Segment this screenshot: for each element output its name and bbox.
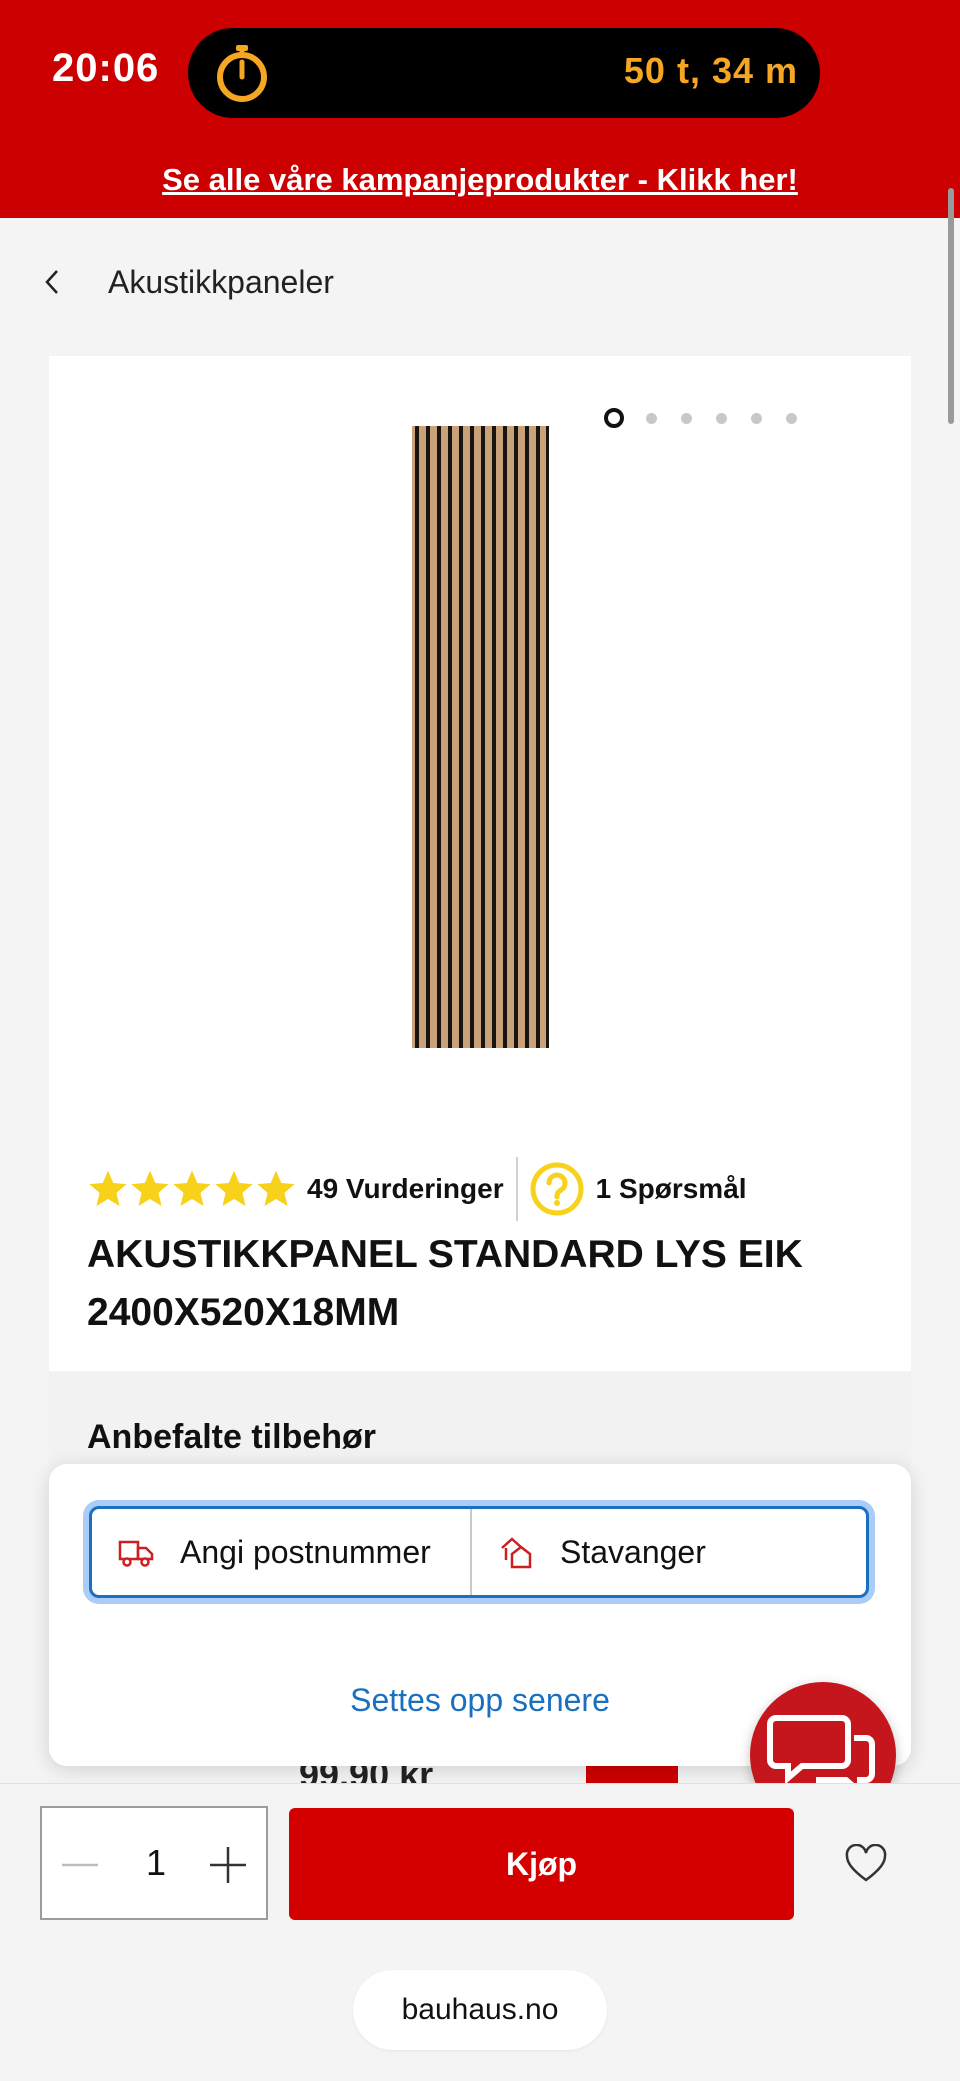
quantity-value[interactable]: 1	[120, 1842, 192, 1884]
product-card: 49 Vurderinger 1 Spørsmål AKUSTIKKPANEL …	[49, 356, 911, 1371]
promo-link[interactable]: Se alle våre kampanjeprodukter - Klikk h…	[162, 162, 798, 198]
product-image[interactable]	[412, 426, 549, 1048]
postcode-label: Angi postnummer	[180, 1533, 431, 1570]
breadcrumb-label[interactable]: Akustikkpaneler	[108, 264, 334, 301]
star-icon	[131, 1170, 169, 1206]
browser-url-pill[interactable]: bauhaus.no	[353, 1970, 607, 2050]
star-icon	[173, 1170, 211, 1206]
carousel-dot[interactable]	[716, 412, 727, 424]
star-icon	[257, 1170, 295, 1206]
timer-pill[interactable]: 50 t, 34 m	[188, 28, 820, 118]
plus-icon[interactable]	[206, 1843, 250, 1887]
chevron-left-icon[interactable]	[44, 262, 74, 302]
rating-stars[interactable]	[87, 1168, 297, 1210]
star-icon	[89, 1170, 127, 1206]
truck-icon	[118, 1540, 154, 1567]
carousel-dots[interactable]	[604, 408, 821, 428]
status-bar: 20:06 50 t, 34 m	[0, 0, 960, 148]
divider	[515, 1157, 518, 1221]
carousel-dot-active[interactable]	[604, 408, 624, 428]
status-time: 20:06	[52, 46, 160, 90]
delivery-selector: Angi postnummer Stavanger	[89, 1506, 869, 1598]
rating-row: 49 Vurderinger 1 Spørsmål	[87, 1156, 747, 1222]
bottom-action-bar: 1 Kjøp bauhaus.no	[0, 1783, 960, 2081]
reviews-link[interactable]: 49 Vurderinger	[307, 1173, 504, 1205]
carousel-dot[interactable]	[646, 412, 657, 424]
questions-link[interactable]: 1 Spørsmål	[596, 1173, 747, 1205]
accessories-section: Anbefalte tilbehør	[49, 1372, 911, 1472]
timer-text: 50 t, 34 m	[623, 50, 798, 91]
quantity-stepper: 1	[40, 1806, 268, 1920]
product-title-line2: 2400X520X18MM	[87, 1291, 400, 1334]
store-label: Stavanger	[560, 1533, 706, 1570]
promo-banner: Se alle våre kampanjeprodukter - Klikk h…	[0, 148, 960, 218]
store-icon	[501, 1537, 532, 1569]
postcode-button[interactable]: Angi postnummer	[92, 1509, 472, 1595]
breadcrumb[interactable]: Akustikkpaneler	[44, 252, 334, 312]
carousel-dot[interactable]	[751, 412, 762, 424]
page-scrollbar[interactable]	[948, 188, 954, 424]
star-icon	[215, 1170, 253, 1206]
buy-button[interactable]: Kjøp	[289, 1808, 794, 1920]
accessories-title: Anbefalte tilbehør	[87, 1418, 377, 1456]
product-title-line1: AKUSTIKKPANEL STANDARD LYS EIK	[87, 1233, 803, 1276]
minus-icon[interactable]	[58, 1843, 102, 1887]
product-title: AKUSTIKKPANEL STANDARD LYS EIK 2400X520X…	[87, 1226, 867, 1342]
carousel-dot[interactable]	[681, 412, 692, 424]
stopwatch-icon	[217, 45, 267, 102]
heart-icon[interactable]	[845, 1844, 887, 1884]
carousel-dot[interactable]	[786, 412, 797, 424]
store-button[interactable]: Stavanger	[472, 1509, 852, 1595]
question-icon[interactable]	[530, 1162, 584, 1216]
